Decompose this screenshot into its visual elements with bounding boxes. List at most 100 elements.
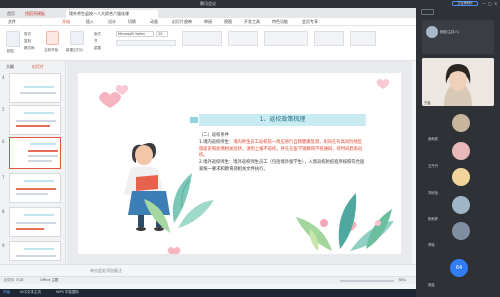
close-icon[interactable]: ✕: [494, 1, 497, 6]
domestic-label: 1.境内返校师生：: [199, 139, 234, 145]
paragraph-group[interactable]: [182, 31, 222, 46]
header-accent: [190, 117, 198, 123]
participant-name: 杨健(主持人): [440, 30, 460, 34]
format-painter-button[interactable]: 格式刷: [24, 46, 35, 51]
thumb-number: 7: [2, 175, 5, 180]
meeting-title: 腾讯会议: [200, 1, 216, 6]
current-slide[interactable]: 1、返校政策梳理 （二）返校条件 1.境内返校师生：境内师生员工返校前一周应进行…: [78, 73, 401, 254]
slide-text-box[interactable]: （二）返校条件 1.境内返校师生：境内师生员工返校前一周应进行自我健康监测，如尚…: [199, 133, 365, 191]
outline-tab[interactable]: 大纲: [6, 64, 14, 70]
avatar[interactable]: [452, 196, 470, 214]
slide-canvas[interactable]: 1、返校政策梳理 （二）返校条件 1.境内返校师生：境内师生员工返校前一周应进行…: [67, 61, 412, 264]
status-bar: 幻灯片 7/18 Office 主题 78%: [0, 276, 416, 284]
ribbon-toolbar: 粘贴 剪切 复制 格式刷 当前开始 新建幻灯片 版式 节 重置 Microsof…: [0, 26, 416, 61]
zoom-level[interactable]: 78%: [398, 278, 406, 282]
layout-button[interactable]: 版式: [94, 32, 101, 37]
participant-name: 刘欣怡: [428, 191, 438, 195]
heart-icon: [167, 247, 181, 254]
participant-name: 吴雨辰: [428, 137, 438, 141]
menu-transition[interactable]: 切换: [128, 19, 136, 25]
slide-panel: 大纲 幻灯片 4 5 6 7 8 9: [0, 61, 66, 264]
participant-name: 张晨: [428, 283, 435, 287]
slide-thumbnail-selected[interactable]: [9, 137, 61, 169]
slide-header-box[interactable]: 1、返校政策梳理: [199, 114, 366, 126]
new-slide-label: 新建幻灯片: [66, 48, 84, 52]
leaf-decoration: [296, 193, 394, 251]
taskbar: 开始 AI中文本主流 WPS 华智国际: [0, 289, 416, 297]
menu-animation[interactable]: 动画: [150, 19, 158, 25]
menu-insert[interactable]: 插入: [86, 19, 94, 25]
meeting-title-bar: 腾讯会议 正在录制中 — □ ✕: [0, 0, 500, 8]
thumb-number: 9: [2, 243, 5, 248]
participant-video[interactable]: 于鑫: [422, 58, 494, 106]
menu-view[interactable]: 视图: [224, 19, 232, 25]
font-size-select[interactable]: 20: [156, 31, 168, 37]
thumb-number: 8: [2, 209, 5, 214]
menu-features[interactable]: 特色功能: [272, 19, 288, 25]
arrange-group[interactable]: [314, 31, 344, 46]
slide-counter: 幻灯片 7/18: [4, 278, 24, 282]
slide-thumbnail[interactable]: [9, 241, 61, 261]
heart-icon: [99, 92, 121, 108]
start-button[interactable]: 开始: [3, 290, 10, 295]
menu-review[interactable]: 审阅: [204, 19, 212, 25]
notes-pane[interactable]: 单击此处添加备注: [0, 264, 416, 276]
new-slide-icon[interactable]: [70, 31, 84, 45]
gallery-view-icon[interactable]: [421, 9, 434, 15]
slide-thumbnail[interactable]: [9, 105, 61, 135]
find-group[interactable]: [350, 31, 376, 46]
tab-home[interactable]: 首页: [4, 10, 18, 18]
menu-home[interactable]: 开始: [62, 19, 70, 25]
paragraph-domestic: 1.境内返校师生：境内师生员工返校前一周应进行自我健康监测，如尚在有高风险地区旅…: [199, 140, 365, 160]
shapes-group[interactable]: [228, 31, 258, 46]
play-icon[interactable]: [46, 31, 59, 45]
slide-thumbnail[interactable]: [9, 173, 61, 203]
participant-name: 陈雨婷: [428, 217, 438, 221]
tab-templates[interactable]: 找稻壳模板: [22, 10, 48, 18]
reset-button[interactable]: 重置: [94, 46, 101, 51]
slide-thumbnail[interactable]: [9, 207, 61, 237]
tab-document[interactable]: 境外师生返校—八大综合六强化课: [66, 10, 158, 18]
avatar[interactable]: [452, 142, 470, 160]
tab-bar: 首页 找稻壳模板 境外师生返校—八大综合六强化课: [0, 8, 416, 18]
menu-slideshow[interactable]: 幻灯片放映: [172, 19, 192, 25]
maximize-icon[interactable]: □: [488, 1, 492, 6]
menu-bar: 文件 开始 插入 设计 切换 动画 幻灯片放映 审阅 视图 开发工具 特色功能 …: [0, 18, 416, 26]
thumb-number: 6: [2, 139, 5, 144]
styles-group[interactable]: [264, 31, 308, 46]
font-family-select[interactable]: Microsoft YaHei: [116, 31, 154, 37]
heart-icon: [376, 79, 390, 89]
slides-tab[interactable]: 幻灯片: [32, 64, 44, 70]
participant-name: 王丹丹: [428, 164, 438, 168]
menu-devtools[interactable]: 开发工具: [244, 19, 260, 25]
notes-placeholder: 单击此处添加备注: [90, 268, 122, 273]
menu-member[interactable]: 会员专享: [302, 19, 318, 25]
copy-button[interactable]: 复制: [24, 39, 31, 44]
avatar: [426, 26, 438, 38]
paste-icon[interactable]: [6, 31, 20, 47]
taskbar-app-wps[interactable]: WPS 华智国际: [56, 290, 79, 295]
wps-window: 首页 找稻壳模板 境外师生返校—八大综合六强化课 文件 开始 插入 设计 切换 …: [0, 8, 416, 289]
menu-design[interactable]: 设计: [108, 19, 116, 25]
menu-file[interactable]: 文件: [8, 19, 16, 25]
thumb-number: 4: [2, 75, 5, 80]
minimize-icon[interactable]: —: [482, 1, 486, 6]
avatar[interactable]: [452, 168, 470, 186]
participant-name: 于鑫: [424, 101, 431, 105]
paragraph-overseas: 2.境外返校师生：境外返校师生员工（包括境外留学生），入境返校防疫程序按照符合国…: [199, 160, 365, 172]
theme-name: Office 主题: [40, 278, 59, 282]
from-current-label: 当前开始: [44, 48, 58, 52]
taskbar-app-editor[interactable]: AI中文本主流: [20, 290, 41, 295]
avatar[interactable]: [452, 222, 470, 240]
slide-thumbnail[interactable]: [9, 73, 61, 103]
cut-button[interactable]: 剪切: [24, 32, 31, 37]
thumb-number: 5: [2, 107, 5, 112]
recording-button[interactable]: 正在录制中: [452, 1, 478, 6]
more-participants-badge[interactable]: 64: [450, 259, 468, 277]
participant-name: 李晓: [428, 243, 435, 247]
section-button[interactable]: 节: [94, 39, 98, 44]
avatar[interactable]: [452, 114, 470, 132]
zoom-slider[interactable]: [340, 280, 394, 282]
font-format-row[interactable]: [116, 40, 176, 46]
paste-label: 粘贴: [7, 49, 14, 53]
